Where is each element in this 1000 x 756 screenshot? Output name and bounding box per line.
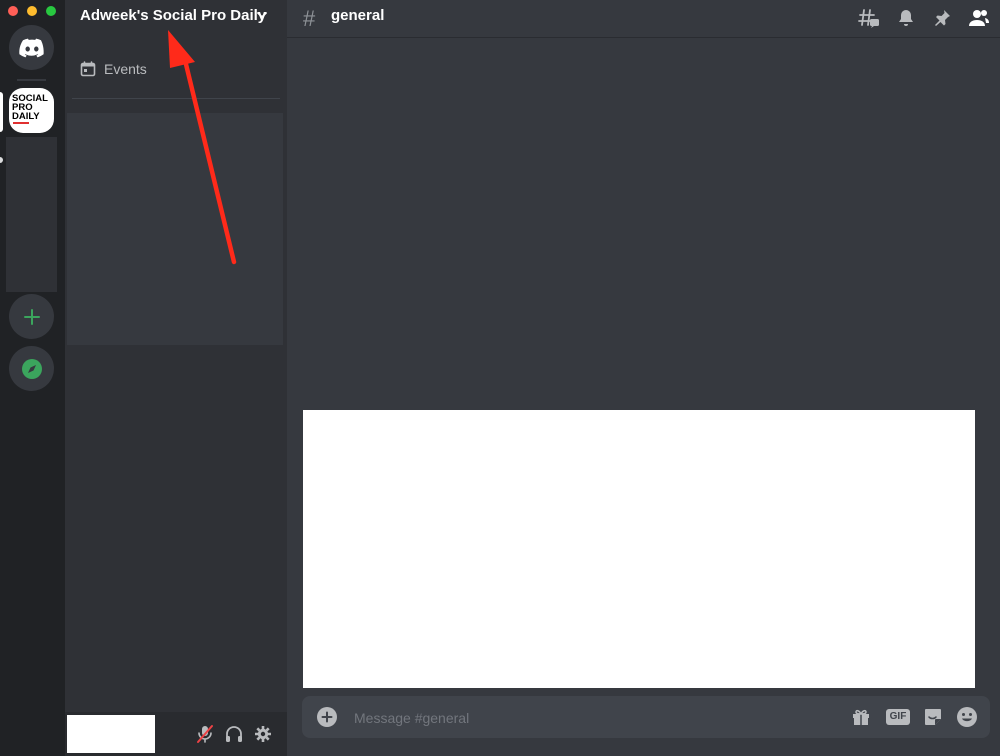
message-input[interactable] (352, 696, 836, 740)
plus-icon (23, 308, 40, 325)
emoji-icon (957, 707, 977, 727)
emoji-button[interactable] (955, 706, 979, 728)
notification-bell-icon (899, 10, 913, 26)
threads-button[interactable] (857, 6, 881, 30)
server-icon-underline (13, 122, 29, 124)
server-icon-text: SOCIAL PRO DAILY (12, 93, 48, 122)
selected-server-indicator (0, 92, 3, 132)
sidebar-item-label: Events (104, 61, 147, 77)
unread-indicator (0, 157, 3, 163)
window-zoom-button[interactable] (46, 6, 56, 16)
member-list-button[interactable] (967, 6, 991, 30)
channel-name: general (331, 7, 385, 24)
server-icon-social-pro-daily[interactable]: SOCIAL PRO DAILY (9, 88, 54, 133)
add-server-button[interactable] (9, 294, 54, 339)
mute-mic-icon (197, 725, 213, 743)
pinned-messages-button[interactable] (930, 6, 954, 30)
sticker-button[interactable] (921, 706, 945, 728)
upload-button[interactable] (317, 707, 337, 727)
compass-icon (21, 358, 42, 379)
gift-icon (853, 709, 869, 725)
sticker-icon (925, 709, 941, 725)
window-close-button[interactable] (8, 6, 18, 16)
home-button[interactable] (9, 25, 54, 70)
calendar-icon (80, 61, 96, 77)
discord-logo-icon (18, 38, 44, 57)
channel-hash-icon: # (303, 6, 316, 31)
message-composer: GIF (302, 696, 990, 740)
user-info-placeholder[interactable] (67, 715, 155, 753)
window-minimize-button[interactable] (27, 6, 37, 16)
rail-separator (17, 79, 46, 81)
server-rail: SOCIAL PRO DAILY (0, 0, 65, 756)
server-header[interactable]: Adweek's Social Pro Daily (65, 0, 287, 38)
threads-icon (858, 9, 879, 28)
explore-servers-button[interactable] (9, 346, 54, 391)
sidebar-divider (72, 98, 280, 99)
message-content-placeholder (303, 410, 975, 688)
user-panel (65, 712, 287, 756)
mute-button[interactable] (195, 724, 215, 744)
chevron-down-icon (257, 12, 267, 18)
server-list-placeholder (6, 137, 57, 292)
channel-list-placeholder (67, 113, 283, 345)
user-settings-button[interactable] (253, 724, 273, 744)
sidebar-item-events[interactable]: Events (80, 58, 270, 80)
gift-button[interactable] (849, 706, 873, 728)
gif-icon: GIF (886, 709, 910, 725)
pin-icon (935, 10, 950, 26)
channel-header: # general (287, 0, 1000, 38)
channel-sidebar: Adweek's Social Pro Daily Events (65, 0, 287, 756)
headphones-icon (226, 726, 242, 742)
server-name: Adweek's Social Pro Daily (80, 7, 267, 24)
gif-button[interactable]: GIF (886, 706, 910, 728)
deafen-button[interactable] (224, 724, 244, 744)
member-list-icon (969, 10, 989, 26)
plus-circle-icon (321, 711, 333, 723)
settings-gear-icon (255, 726, 271, 742)
notification-settings-button[interactable] (894, 6, 918, 30)
